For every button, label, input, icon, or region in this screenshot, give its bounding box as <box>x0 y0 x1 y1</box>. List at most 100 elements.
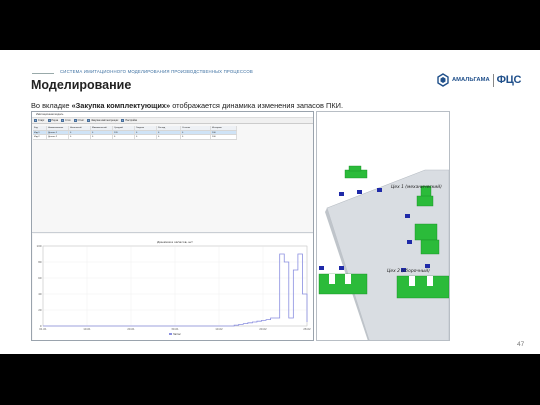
x-tick-label: 20.02 <box>259 327 267 331</box>
toolbar-button-1[interactable]: Пауза <box>47 119 59 122</box>
table-cell: 0 <box>181 130 211 134</box>
table-cell: 0 <box>91 135 113 139</box>
machine-6 <box>318 273 368 295</box>
worker-6 <box>319 266 324 270</box>
page-number: 47 <box>517 341 525 348</box>
toolbar-button-5[interactable]: Настройки <box>121 119 137 122</box>
table-cell: 0 <box>157 135 181 139</box>
grid-column-header[interactable]: Интервал <box>211 126 237 130</box>
grid-column-header[interactable]: Код <box>33 126 47 130</box>
stock-chart: 0 20 40 60 80 100 01.01 10.01 20.01 30.01 10.02 20.… <box>33 234 313 340</box>
legend-label: Запас <box>173 332 182 336</box>
workshop-3d-svg: Цех 1 (механический) Цех 2 (сборочный) <box>318 165 449 340</box>
x-tick-label: 28.02 <box>303 327 311 331</box>
table-cell: 100 <box>211 130 237 134</box>
toolbar-button-0[interactable]: Старт <box>34 119 45 122</box>
grid-column-header[interactable]: Расход <box>157 126 181 130</box>
x-tick-label: 30.01 <box>171 327 179 331</box>
slide-title: Моделирование <box>31 78 132 92</box>
table-row[interactable]: Изд.2 Деталь 2 0 0 0 0 0 0 100 <box>33 135 237 140</box>
machine-3 <box>416 195 434 207</box>
table-cell: 0 <box>69 130 91 134</box>
worker-9 <box>425 264 430 268</box>
logo-brand-text: АМАЛЬГАМА <box>452 77 490 83</box>
x-tick-label: 10.01 <box>83 327 91 331</box>
toolbar-button-3[interactable]: Отчёт <box>73 119 85 122</box>
y-tick-label: 60 <box>38 276 42 280</box>
machine-6-slot-2 <box>345 274 351 284</box>
machine-7-slot-2 <box>427 276 433 286</box>
table-cell: 0 <box>157 130 181 134</box>
settings-icon <box>121 119 125 122</box>
worker-2 <box>357 190 362 194</box>
toolbar-button-4[interactable]: Закупка комплектующих <box>87 119 118 122</box>
machine-7 <box>396 275 449 299</box>
stop-icon <box>61 119 65 122</box>
grid-column-header[interactable]: Наименование <box>47 126 69 130</box>
amalgama-logo-icon <box>437 73 449 87</box>
logo-divider <box>492 73 494 87</box>
components-grid: Код Наименование Начальный Минимальный Средн… <box>33 126 237 140</box>
table-cell: 120 <box>113 130 135 134</box>
toolbar-button-label: Стоп <box>65 119 71 122</box>
table-cell: Деталь 1 <box>47 130 69 134</box>
y-tick-label: 20 <box>38 308 42 312</box>
toolbar-button-label: Пауза <box>51 119 59 122</box>
grid-column-header[interactable]: Закупки <box>135 126 157 130</box>
company-logo: АМАЛЬГАМА ФЦС <box>436 72 521 88</box>
y-tick-label: 40 <box>38 292 42 296</box>
x-tick-label: 20.01 <box>127 327 135 331</box>
chart-icon <box>73 119 77 122</box>
caption-text-pre: Во вкладке <box>31 101 72 110</box>
worker-4 <box>405 214 410 218</box>
header-line <box>32 73 54 74</box>
stock-chart-svg: 02040608010001.01 10.01 20.01 30.01 10.02 20.… <box>37 240 312 336</box>
table-cell: Изд.2 <box>33 135 47 139</box>
table-cell: 100 <box>211 135 237 139</box>
toolbar-button-label: Старт <box>38 119 45 122</box>
x-tick-label: 01.01 <box>39 327 47 331</box>
toolbar-button-label: Отчёт <box>77 119 85 122</box>
table-icon <box>87 119 91 122</box>
slide-kicker: СИСТЕМА ИМИТАЦИОННОГО МОДЕЛИРОВАНИЯ ПРОИ… <box>60 69 253 74</box>
slide-caption: Во вкладке «Закупка комплектующих» отобр… <box>31 101 343 110</box>
toolbar-button-2[interactable]: Стоп <box>61 119 71 122</box>
worker-3 <box>377 188 382 192</box>
logo-product-text: ФЦС <box>496 74 522 86</box>
machine-1-top <box>348 165 362 172</box>
y-tick-label: 80 <box>38 260 42 264</box>
legend-swatch <box>169 333 172 335</box>
toolbar-button-label: Закупка комплектующих <box>91 119 119 122</box>
play-icon <box>34 119 37 122</box>
machine-4 <box>414 223 438 241</box>
table-cell: Изд.1 <box>33 130 47 134</box>
grid-column-header[interactable]: Средний <box>113 126 135 130</box>
table-cell: 0 <box>181 135 211 139</box>
workshop-1-label: Цех 1 (механический) <box>391 184 442 190</box>
slide: СИСТЕМА ИМИТАЦИОННОГО МОДЕЛИРОВАНИЯ ПРОИ… <box>0 50 540 354</box>
worker-5 <box>407 240 412 244</box>
x-tick-label: 10.02 <box>215 327 223 331</box>
y-tick-label: 100 <box>37 244 42 248</box>
toolbar-button-label: Настройки <box>125 119 138 122</box>
caption-text-post: отображается динамика изменения запасов … <box>170 101 344 110</box>
workshop-3d-view[interactable]: Цех 1 (механический) Цех 2 (сборочный) <box>316 111 450 341</box>
machine-5 <box>420 239 440 255</box>
caption-tab-name: «Закупка комплектующих» <box>71 101 171 110</box>
app-toolbar: Старт Пауза Стоп Отчёт Закупка комплектующих… <box>32 118 313 124</box>
table-cell: 0 <box>113 135 135 139</box>
table-cell: 0 <box>135 135 157 139</box>
pane-splitter[interactable] <box>32 232 313 233</box>
grid-column-header[interactable]: Остаток <box>181 126 211 130</box>
simulation-app-window: Имитационная модель Старт Пауза Стоп Отчёт З… <box>31 111 314 341</box>
table-cell: 0 <box>69 135 91 139</box>
pause-icon <box>47 119 51 122</box>
table-cell: 0 <box>91 130 113 134</box>
worker-7 <box>339 266 344 270</box>
machine-7-slot-1 <box>409 276 415 286</box>
table-cell: 0 <box>135 130 157 134</box>
table-cell: Деталь 2 <box>47 135 69 139</box>
grid-column-header[interactable]: Минимальный <box>91 126 113 130</box>
worker-1 <box>339 192 344 196</box>
grid-column-header[interactable]: Начальный <box>69 126 91 130</box>
